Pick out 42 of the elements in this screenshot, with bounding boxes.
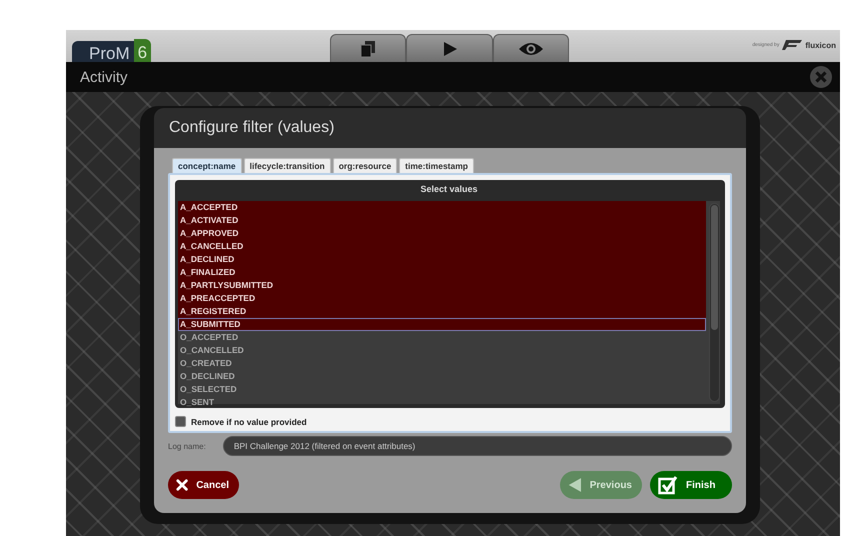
attribute-tab[interactable]: org:resource <box>332 158 398 173</box>
value-item[interactable]: A_CANCELLED <box>178 240 706 253</box>
list-title: Select values <box>420 184 478 194</box>
checkbox[interactable] <box>175 416 186 427</box>
value-item[interactable]: O_SENT <box>178 396 706 409</box>
value-item[interactable]: A_FINALIZED <box>178 266 706 279</box>
finish-button[interactable]: Finish <box>650 471 732 499</box>
attribute-tab[interactable]: time:timestamp <box>399 158 474 173</box>
value-item[interactable]: O_SELECTED <box>178 383 706 396</box>
view-title: Activity <box>80 68 128 86</box>
log-name-field[interactable]: BPI Challenge 2012 (filtered on event attributes) <box>222 436 732 456</box>
value-item[interactable]: O_CREATED <box>178 357 706 370</box>
actions-tab[interactable] <box>406 34 493 62</box>
scrollbar[interactable] <box>709 203 720 402</box>
copy-icon <box>360 40 376 58</box>
brand-name: fluxicon <box>805 40 836 50</box>
attribute-tab[interactable]: lifecycle:transition <box>244 158 331 173</box>
value-item[interactable]: O_ACCEPTED <box>178 331 706 344</box>
checkbox-tick-icon <box>658 475 678 495</box>
checkbox-label: Remove if no value provided <box>191 416 307 426</box>
value-item[interactable]: A_DECLINED <box>178 253 706 266</box>
attribute-tab[interactable]: concept:name <box>172 158 242 173</box>
value-item[interactable]: O_DECLINED <box>178 370 706 383</box>
value-item[interactable]: A_ACTIVATED <box>178 214 706 227</box>
value-item[interactable]: A_REGISTERED <box>178 305 706 318</box>
field-label: Log name: <box>168 442 206 450</box>
workspace-tab[interactable] <box>330 34 406 62</box>
play-icon <box>442 40 458 56</box>
brand-logo-icon <box>782 40 802 50</box>
value-item[interactable]: A_APPROVED <box>178 227 706 240</box>
logo-text: ProM <box>72 41 134 62</box>
scroll-thumb[interactable] <box>711 205 718 330</box>
value-item[interactable]: A_PARTLYSUBMITTED <box>178 279 706 292</box>
value-item[interactable]: A_ACCEPTED <box>178 201 706 214</box>
value-item[interactable]: O_CANCELLED <box>178 344 706 357</box>
views-tab[interactable] <box>493 34 569 62</box>
dialog-title: Configure filter (values) <box>169 119 334 137</box>
cancel-button[interactable]: Cancel <box>168 471 239 499</box>
value-item[interactable]: A_PREACCEPTED <box>178 292 706 305</box>
value-item[interactable]: A_SUBMITTED <box>178 318 706 331</box>
logo-version: 6 <box>134 39 152 62</box>
eye-icon <box>518 40 544 56</box>
